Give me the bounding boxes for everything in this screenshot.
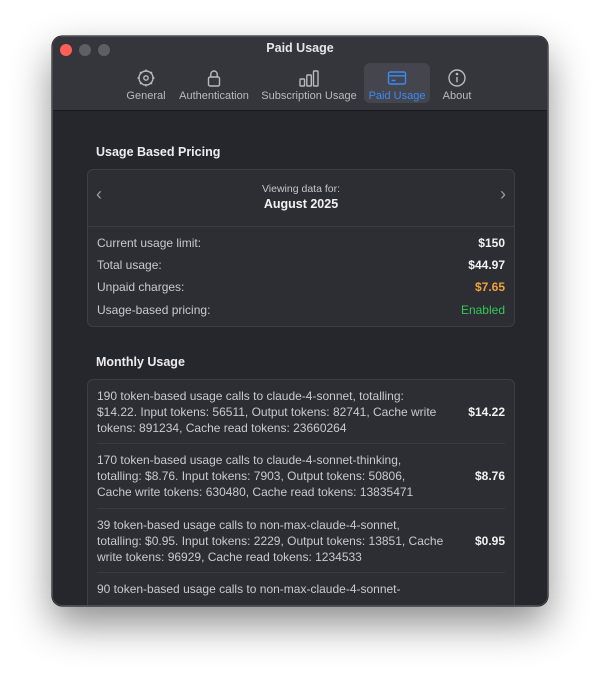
list-item: 39 token-based usage calls to non-max-cl… (97, 517, 505, 565)
tab-authentication[interactable]: Authentication (175, 63, 253, 103)
tab-authentication-label: Authentication (179, 90, 249, 102)
tab-subscription-usage[interactable]: Subscription Usage (258, 63, 360, 103)
tab-paid-usage-label: Paid Usage (368, 90, 426, 102)
unpaid-charges-value: $7.65 (474, 280, 505, 294)
total-usage-value: $44.97 (468, 258, 505, 272)
credit-card-icon (386, 67, 408, 89)
tab-about[interactable]: About (437, 63, 477, 103)
divider (97, 572, 505, 573)
list-item: 190 token-based usage calls to claude-4-… (97, 388, 505, 436)
usage-amount: $0.95 (474, 534, 505, 548)
paid-usage-panel: Usage Based Pricing ‹ › Viewing data for… (53, 111, 547, 605)
usage-limit-label: Current usage limit: (97, 236, 202, 250)
usage-description: 39 token-based usage calls to non-max-cl… (97, 518, 444, 564)
divider (97, 443, 505, 444)
usage-description: 190 token-based usage calls to claude-4-… (97, 389, 437, 435)
preferences-toolbar: General Authentication Subscription Usag… (53, 62, 547, 106)
lock-icon (203, 67, 225, 89)
divider (97, 508, 505, 509)
monthly-usage-heading: Monthly Usage (96, 355, 185, 369)
unpaid-charges-label: Unpaid charges: (97, 280, 185, 294)
usage-based-pricing-status: Enabled (460, 303, 505, 317)
info-icon (446, 67, 468, 89)
usage-based-pricing-label: Usage-based pricing: (97, 303, 211, 317)
usage-based-pricing-row: Usage-based pricing: Enabled (97, 303, 505, 321)
title-bar: Paid Usage General Authentication Subscr… (53, 37, 547, 111)
monthly-usage-list[interactable]: 190 token-based usage calls to claude-4-… (87, 379, 515, 605)
pricing-heading: Usage Based Pricing (96, 145, 221, 159)
gear-icon (135, 67, 157, 89)
app-window: Paid Usage General Authentication Subscr… (52, 36, 548, 606)
usage-description: 90 token-based usage calls to non-max-cl… (97, 582, 401, 596)
tab-general-label: General (126, 90, 166, 102)
usage-amount: $8.76 (474, 469, 505, 483)
total-usage-row: Total usage: $44.97 (97, 258, 505, 276)
tab-subscription-usage-label: Subscription Usage (261, 90, 357, 102)
pricing-card: ‹ › Viewing data for: August 2025 Curren… (87, 169, 515, 327)
usage-amount: $14.22 (468, 405, 505, 419)
total-usage-label: Total usage: (97, 258, 162, 272)
usage-limit-value: $150 (478, 236, 505, 250)
tab-paid-usage[interactable]: Paid Usage (364, 63, 430, 103)
selected-month: August 2025 (263, 197, 339, 211)
viewing-label: Viewing data for: (261, 183, 341, 195)
list-item: 170 token-based usage calls to claude-4-… (97, 452, 505, 500)
tab-general[interactable]: General (123, 63, 169, 103)
usage-limit-row: Current usage limit: $150 (97, 236, 505, 254)
usage-description: 170 token-based usage calls to claude-4-… (97, 453, 414, 499)
divider (88, 226, 514, 227)
bar-chart-icon (298, 67, 320, 89)
tab-about-label: About (442, 90, 472, 102)
list-item: 90 token-based usage calls to non-max-cl… (97, 581, 505, 605)
window-title: Paid Usage (266, 41, 334, 55)
unpaid-charges-row: Unpaid charges: $7.65 (97, 280, 505, 298)
